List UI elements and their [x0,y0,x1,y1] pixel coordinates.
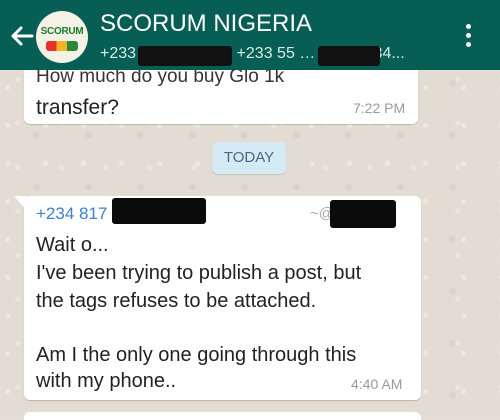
redaction-mark [330,200,396,228]
more-vertical-icon[interactable] [458,22,478,50]
redaction-mark [112,198,206,224]
message-text-line: I've been trying to publish a post, but [36,262,362,284]
redaction-mark [318,46,380,66]
message-text-line: the tags refuses to be attached. [36,290,317,312]
message-time: 4:40 AM [351,376,403,392]
message-time: 7:22 PM [353,100,406,116]
chat-header: SCORUM SCORUM NIGERIA +233 24 4… 2083, +… [0,0,500,70]
sender-phone[interactable]: +234 817 [36,204,107,224]
message-bubble-current[interactable]: +234 817 ~@ Wait o... I've been trying t… [24,196,421,400]
message-text-line: Am I the only one going through this [36,344,357,366]
avatar[interactable]: SCORUM [36,11,88,63]
message-text-line: transfer? [36,96,119,119]
arrow-left-icon[interactable] [8,22,36,50]
next-message-bubble [24,412,421,420]
chat-title[interactable]: SCORUM NIGERIA [100,10,312,38]
avatar-logo-text: SCORUM [40,26,84,37]
message-text-line: with my phone.. [36,370,177,392]
redaction-mark [138,46,232,66]
date-divider: TODAY [212,142,286,174]
avatar-logo-mark [46,41,78,51]
message-text-line: Wait o... [36,234,109,256]
